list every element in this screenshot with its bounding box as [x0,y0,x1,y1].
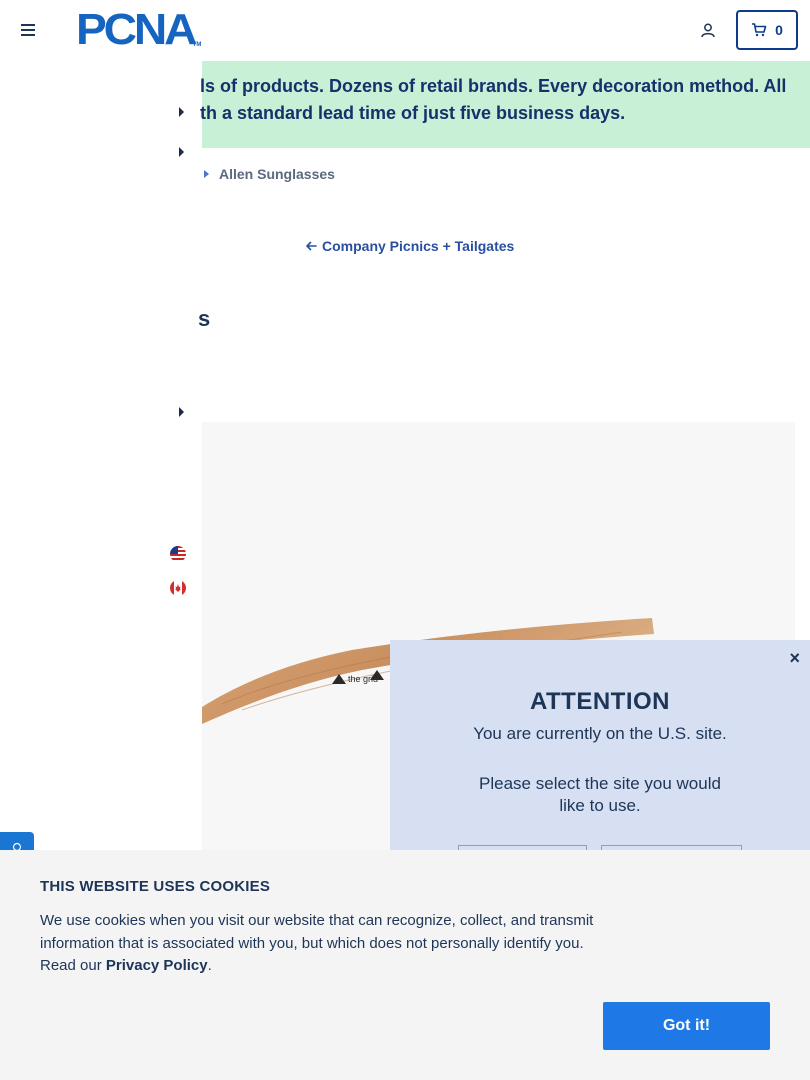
modal-current-site: You are currently on the U.S. site. [473,724,727,743]
modal-title: ATTENTION [529,688,671,715]
arrow-left-icon [306,241,317,251]
banner-line-2: th a standard lead time of just five bus… [200,103,626,123]
banner-line-1: ls of products. Dozens of retail brands.… [200,76,787,96]
caret-right-icon[interactable] [179,107,184,117]
site-header: PCNA TM 0 [0,0,810,60]
caret-right-icon[interactable] [179,147,184,157]
accept-cookies-button[interactable]: Got it! [603,1002,770,1050]
modal-instruction: Please select the site you would like to… [479,774,721,815]
cookie-message: We use cookies when you visit our websit… [40,910,610,978]
product-title: s [198,306,211,331]
account-icon[interactable] [700,22,716,38]
caret-right-icon[interactable] [179,407,184,417]
breadcrumb-current[interactable]: Allen Sunglasses [204,166,335,182]
cart-button[interactable]: 0 [736,10,798,50]
logo-text: PCNA [76,5,197,54]
promo-banner: ls of products. Dozens of retail brands.… [200,61,810,148]
privacy-policy-link[interactable]: Privacy Policy [106,957,208,974]
cart-count: 0 [775,22,783,38]
cookie-title: THIS WEBSITE USES COOKIES [40,878,271,895]
close-icon[interactable]: × [789,648,800,669]
breadcrumb-label: Allen Sunglasses [219,166,335,182]
pcna-logo[interactable]: PCNA TM [76,5,201,54]
menu-icon[interactable] [21,24,35,36]
us-flag-icon[interactable] [170,546,186,562]
site-select-modal: × ATTENTION You are currently on the U.S… [390,640,810,855]
cookie-banner: THIS WEBSITE USES COOKIES We use cookies… [0,850,810,1080]
back-link-label: Company Picnics + Tailgates [322,238,515,254]
caret-right-icon [204,170,209,178]
canada-flag-icon[interactable] [170,580,186,596]
back-link[interactable]: Company Picnics + Tailgates [305,238,514,254]
cookie-body-end: . [207,957,212,974]
cart-icon [752,23,767,37]
